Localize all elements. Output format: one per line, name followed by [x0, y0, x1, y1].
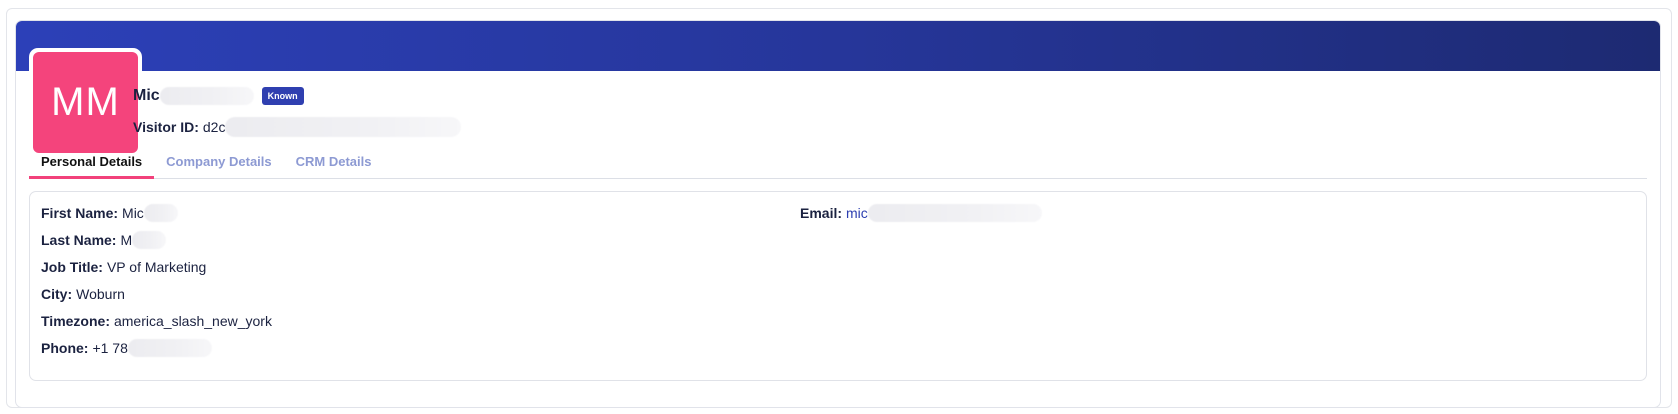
visitor-id-value: d2c [202, 119, 226, 135]
city-label: City: [41, 286, 73, 302]
job-title-field: Job Title: VP of Marketing [41, 256, 206, 278]
last-name-field: Last Name: M [41, 229, 167, 251]
city-value: Woburn [76, 286, 125, 302]
redacted-visitor-id [225, 117, 462, 137]
email-link[interactable]: mic [846, 205, 868, 221]
phone-label: Phone: [41, 340, 89, 356]
tab-personal-details[interactable]: Personal Details [29, 149, 155, 179]
profile-banner [16, 21, 1660, 71]
avatar-frame: MM [29, 48, 142, 157]
visitor-id-label: Visitor ID: [133, 119, 199, 135]
avatar-initials: MM [51, 80, 120, 124]
visitor-name: Mic [133, 87, 160, 104]
job-title-label: Job Title: [41, 259, 103, 275]
redacted-last-name [132, 231, 167, 249]
visitor-id-row: Visitor ID: d2c [133, 116, 462, 138]
status-badge: Known [261, 87, 304, 105]
redacted-phone [127, 339, 212, 357]
tab-crm-details[interactable]: CRM Details [284, 149, 384, 179]
phone-value: +1 78 [92, 340, 128, 356]
timezone-value: america_slash_new_york [113, 313, 272, 329]
last-name-value: M [120, 232, 133, 248]
detail-tabs: Personal Details Company Details CRM Det… [29, 149, 1647, 179]
visitor-name-row: Mic Known [133, 84, 304, 108]
job-title-value: VP of Marketing [106, 259, 207, 275]
redacted-name [159, 87, 254, 105]
redacted-first-name [143, 204, 178, 222]
timezone-label: Timezone: [41, 313, 110, 329]
timezone-field: Timezone: america_slash_new_york [41, 310, 272, 332]
email-label: Email: [800, 205, 843, 221]
personal-details-panel: First Name: Mic Last Name: M Job Title: … [29, 191, 1647, 381]
redacted-email [867, 204, 1042, 222]
phone-field: Phone: +1 78 [41, 337, 212, 359]
tab-company-details[interactable]: Company Details [154, 149, 283, 179]
last-name-label: Last Name: [41, 232, 117, 248]
avatar: MM [33, 52, 138, 153]
visitor-profile-card: MM Mic Known Visitor ID: d2c Personal De… [15, 20, 1661, 408]
email-field: Email: mic [800, 202, 1042, 224]
city-field: City: Woburn [41, 283, 125, 305]
first-name-label: First Name: [41, 205, 119, 221]
first-name-field: First Name: Mic [41, 202, 178, 224]
first-name-value: Mic [122, 205, 144, 221]
